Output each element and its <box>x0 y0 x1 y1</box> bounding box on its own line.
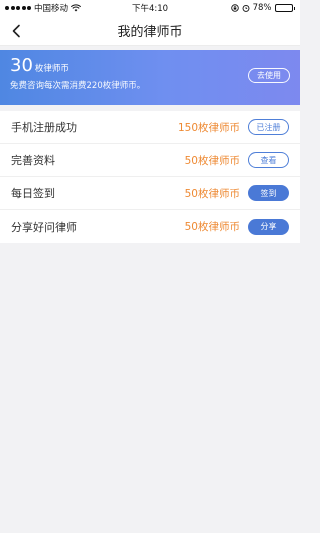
chevron-left-icon <box>12 24 20 38</box>
alarm-icon <box>242 4 250 12</box>
signal-dots-icon <box>5 6 31 10</box>
task-list: 手机注册成功 150枚律师币 已注册 完善资料 50枚律师币 查看 每日签到 5… <box>0 111 300 243</box>
status-bar-left: 中国移动 <box>5 2 82 14</box>
view-profile-button[interactable]: 查看 <box>248 152 289 168</box>
back-button[interactable] <box>8 23 24 39</box>
page-title: 我的律师币 <box>117 25 183 40</box>
checkin-button[interactable]: 签到 <box>248 185 289 201</box>
task-label: 完善资料 <box>11 154 55 167</box>
wifi-icon <box>71 4 82 12</box>
use-coins-button[interactable]: 去使用 <box>248 68 290 83</box>
consult-cost-description: 免费咨询每次需消费220枚律师币。 <box>10 81 146 91</box>
task-label: 分享好问律师 <box>11 220 77 234</box>
task-row-register: 手机注册成功 150枚律师币 已注册 <box>0 111 300 144</box>
battery-percent: 78% <box>252 3 272 13</box>
status-bar-right: 78% <box>230 3 295 13</box>
task-reward: 150枚律师币 <box>177 121 240 134</box>
lock-rotation-icon <box>230 4 239 12</box>
share-button[interactable]: 分享 <box>248 218 289 235</box>
task-reward: 50枚律师币 <box>184 154 240 167</box>
coin-count: 30 <box>10 55 33 76</box>
status-bar: 中国移动 下午4:10 78% <box>0 0 300 16</box>
task-reward: 50枚律师币 <box>184 221 240 233</box>
task-reward: 50枚律师币 <box>184 187 240 200</box>
task-row-daily-checkin: 每日签到 50枚律师币 签到 <box>0 177 300 210</box>
battery-icon <box>274 4 295 12</box>
nav-bar: 我的律师币 <box>0 16 300 46</box>
task-row-complete-profile: 完善资料 50枚律师币 查看 <box>0 144 300 177</box>
carrier-label: 中国移动 <box>34 4 69 14</box>
coin-balance-banner: 30 枚律师币 免费咨询每次需消费220枚律师币。 去使用 <box>0 50 300 105</box>
task-row-share: 分享好问律师 50枚律师币 分享 <box>0 210 300 243</box>
task-label: 手机注册成功 <box>11 121 77 134</box>
task-label: 每日签到 <box>11 187 55 200</box>
coin-unit: 枚律师币 <box>34 64 69 74</box>
registered-button[interactable]: 已注册 <box>248 119 289 135</box>
